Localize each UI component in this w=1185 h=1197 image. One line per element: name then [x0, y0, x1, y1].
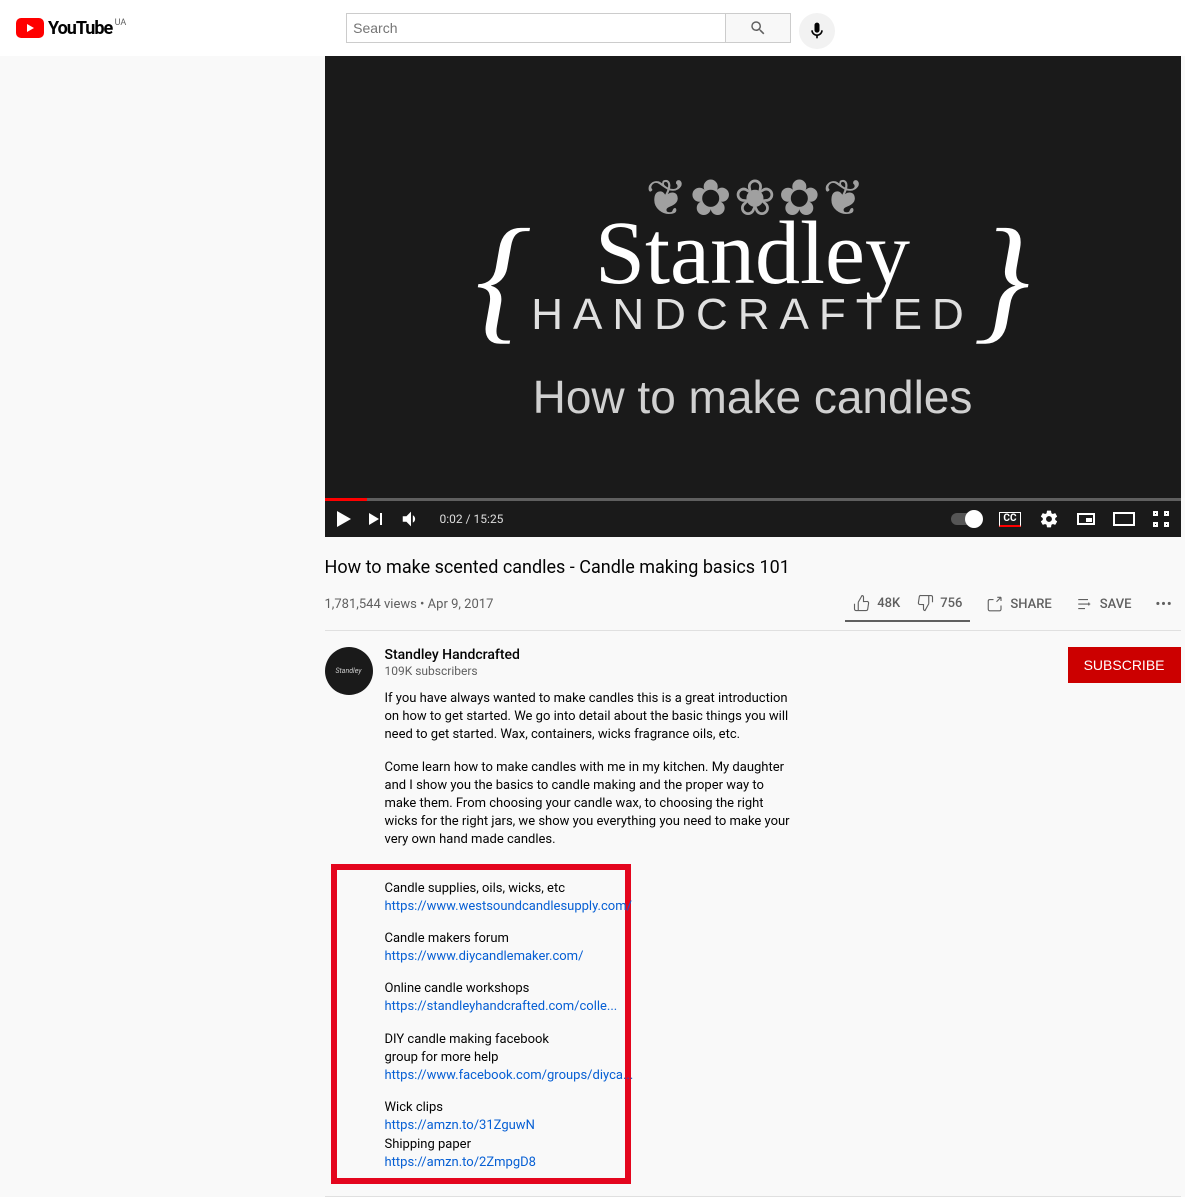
link-url-2[interactable]: https://www.diycandlemaker.com/ [385, 948, 577, 966]
title-section: How to make scented candles - Candle mak… [325, 537, 1181, 586]
subscribe-button[interactable]: SUBSCRIBE [1068, 647, 1181, 683]
settings-button[interactable] [1039, 509, 1059, 529]
link-url-4[interactable]: https://www.facebook.com/groups/diyca... [385, 1067, 577, 1085]
link-url-3[interactable]: https://standleyhandcrafted.com/colle... [385, 998, 577, 1016]
views-date: 1,781,544 views • Apr 9, 2017 [325, 597, 494, 612]
brand-sub: HANDCRAFTED [531, 290, 973, 340]
content-column: ❦ ✿ ❀ ✿ ❦ { Standley HANDCRAFTED } How t… [325, 56, 1181, 1197]
video-description: If you have always wanted to make candle… [385, 690, 795, 1184]
search-icon [749, 19, 767, 37]
youtube-logo[interactable]: YouTube UA [16, 18, 112, 39]
left-brace: { [475, 244, 531, 314]
video-overlay-subtitle: How to make candles [533, 370, 973, 424]
channel-info: Standley Handcrafted 109K subscribers If… [385, 647, 1068, 1184]
link-label-3: Online candle workshops [385, 980, 577, 998]
page: ❦ ✿ ❀ ✿ ❦ { Standley HANDCRAFTED } How t… [0, 0, 1185, 1197]
search-input[interactable] [346, 13, 726, 43]
link-url-1[interactable]: https://www.westsoundcandlesupply.com/ [385, 898, 577, 916]
volume-button[interactable] [400, 508, 422, 530]
play-icon [337, 511, 351, 527]
video-frame: ❦ ✿ ❀ ✿ ❦ { Standley HANDCRAFTED } How t… [325, 56, 1181, 537]
next-button[interactable] [369, 513, 382, 525]
masthead: YouTube UA [0, 0, 1185, 56]
player-controls: 0:02 / 15:25 CC [325, 501, 1181, 537]
video-title: How to make scented candles - Candle mak… [325, 557, 1181, 578]
video-player[interactable]: ❦ ✿ ❀ ✿ ❦ { Standley HANDCRAFTED } How t… [325, 56, 1181, 537]
region-badge: UA [115, 18, 127, 28]
youtube-play-icon [16, 18, 44, 38]
theater-button[interactable] [1113, 512, 1135, 526]
channel-row: Standley Standley Handcrafted 109K subsc… [325, 631, 1181, 1197]
share-icon [986, 595, 1004, 613]
link-label-1: Candle supplies, oils, wicks, etc [385, 880, 577, 898]
subscriber-count: 109K subscribers [385, 664, 1068, 678]
microphone-icon [807, 21, 827, 41]
link-label-6: Shipping paper [385, 1136, 577, 1154]
voice-search-button[interactable] [799, 13, 835, 49]
thumbs-down-icon [916, 594, 934, 612]
brand-main: Standley [531, 218, 973, 290]
save-icon [1076, 595, 1094, 613]
play-button[interactable] [337, 511, 351, 527]
like-button[interactable]: 48K [845, 586, 908, 620]
link-label-4: DIY candle making facebook group for mor… [385, 1031, 577, 1067]
time-display: 0:02 / 15:25 [440, 512, 504, 526]
right-brace: } [974, 244, 1030, 314]
link-url-5[interactable]: https://amzn.to/31ZguwN [385, 1117, 577, 1135]
next-icon [369, 513, 379, 525]
save-button[interactable]: SAVE [1068, 587, 1140, 621]
captions-button[interactable]: CC [999, 512, 1020, 527]
link-label-5: Wick clips [385, 1099, 577, 1117]
logo-text: YouTube [48, 18, 112, 39]
link-url-6[interactable]: https://amzn.to/2ZmpgD8 [385, 1154, 577, 1172]
search-container [346, 13, 835, 43]
search-button[interactable] [726, 13, 791, 43]
volume-icon [400, 508, 422, 530]
dislike-button[interactable]: 756 [908, 586, 970, 620]
autoplay-toggle[interactable] [951, 513, 981, 525]
brand-row: { Standley HANDCRAFTED } [475, 218, 1029, 340]
description-paragraph-1: If you have always wanted to make candle… [385, 690, 795, 745]
channel-avatar[interactable]: Standley [325, 647, 373, 695]
search-box [346, 13, 835, 43]
gear-icon [1039, 509, 1059, 529]
thumbs-up-icon [853, 594, 871, 612]
meta-row: 1,781,544 views • Apr 9, 2017 48K 756 SH… [325, 586, 1181, 631]
channel-name[interactable]: Standley Handcrafted [385, 647, 1068, 663]
fullscreen-button[interactable] [1153, 511, 1169, 527]
link-label-2: Candle makers forum [385, 930, 577, 948]
description-paragraph-2: Come learn how to make candles with me i… [385, 759, 795, 850]
miniplayer-button[interactable] [1077, 513, 1095, 525]
more-actions-button[interactable]: ••• [1147, 589, 1180, 620]
masthead-left: YouTube UA [16, 18, 112, 39]
links-highlight-box: Candle supplies, oils, wicks, etc https:… [331, 864, 631, 1184]
share-button[interactable]: SHARE [978, 587, 1059, 621]
action-bar: 48K 756 SHARE SAVE ••• [845, 586, 1180, 622]
